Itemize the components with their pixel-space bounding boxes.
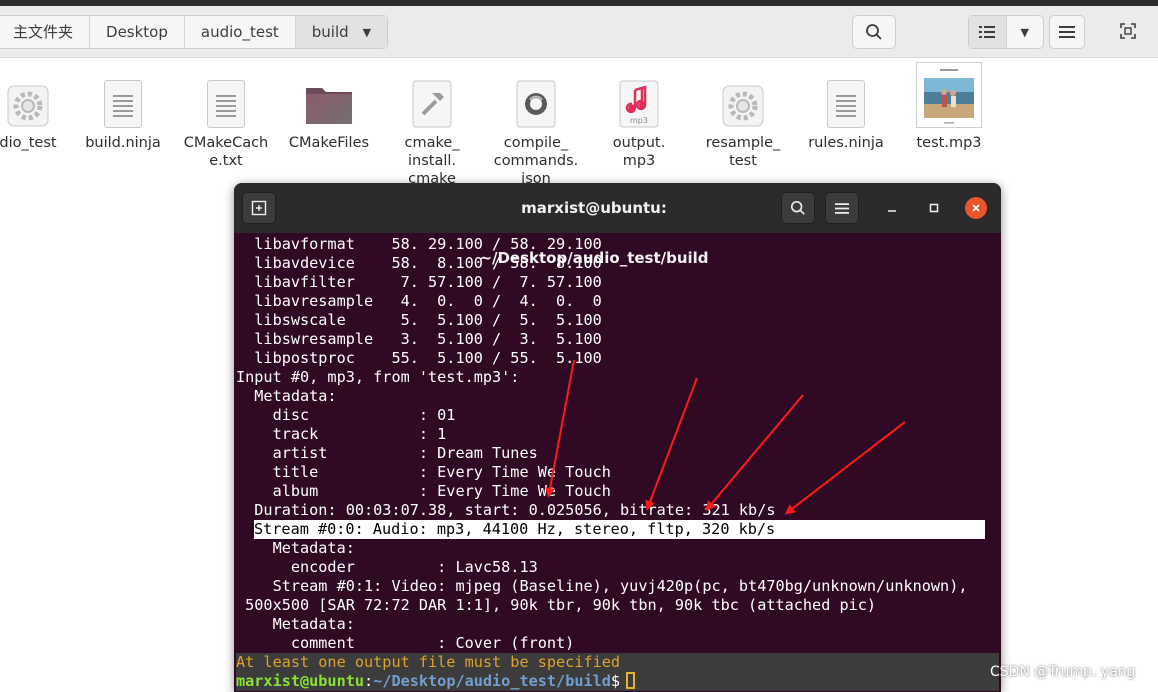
maximize-button[interactable] — [922, 196, 946, 220]
text-cursor — [626, 672, 636, 689]
close-button[interactable] — [965, 197, 987, 219]
output-line: title : Every Time We Touch — [236, 463, 611, 481]
search-icon — [782, 193, 814, 223]
prompt-symbol: $ — [610, 672, 621, 690]
mp3-audio-icon: mp3 — [589, 64, 689, 128]
output-line: Metadata: — [236, 387, 337, 405]
terminal-title: marxist@ubuntu: ~/Desktop/audio_test/bui… — [479, 199, 709, 267]
maximize-icon — [922, 196, 946, 220]
file-item[interactable]: CMakeFiles — [279, 64, 379, 152]
command-prompt[interactable]: marxist@ubuntu:~/Desktop/audio_test/buil… — [236, 672, 999, 691]
terminal-window[interactable]: marxist@ubuntu: ~/Desktop/audio_test/bui… — [234, 183, 1001, 692]
file-item[interactable]: mp3 output. mp3 — [589, 64, 689, 170]
json-document-icon — [486, 64, 586, 128]
file-item[interactable]: test.mp3 — [899, 62, 999, 152]
text-document-icon — [73, 64, 173, 128]
output-line: libswscale 5. 5.100 / 5. 5.100 — [236, 311, 602, 329]
new-tab-button[interactable] — [242, 192, 276, 224]
list-view-button[interactable] — [969, 16, 1007, 48]
view-options: ▼ — [968, 15, 1044, 49]
output-line: encoder : Lavc58.13 — [236, 558, 538, 576]
output-line: libavresample 4. 0. 0 / 4. 0. 0 — [236, 292, 602, 310]
file-name: output. mp3 — [612, 135, 666, 169]
minimize-button[interactable] — [880, 196, 904, 220]
album-art-thumbnail — [899, 62, 999, 128]
file-name: cmake_ install. cmake — [404, 135, 460, 187]
error-message-line: At least one output file must be specifi… — [236, 653, 999, 672]
file-name: CMakeCach e.txt — [183, 135, 269, 169]
highlighted-output-line: Stream #0:0: Audio: mp3, 44100 Hz, stere… — [254, 520, 985, 539]
text-document-icon — [176, 64, 276, 128]
list-view-icon — [979, 26, 996, 38]
prompt-path: ~/Desktop/audio_test/build — [373, 672, 611, 690]
text-document-icon — [796, 64, 896, 128]
hamburger-icon — [826, 193, 858, 223]
script-hammer-icon — [382, 64, 482, 128]
file-name: rules.ninja — [808, 135, 884, 151]
output-line: artist : Dream Tunes — [236, 444, 538, 462]
output-line: track : 1 — [236, 425, 447, 443]
watermark: CSDN @Trump. yang — [990, 664, 1136, 680]
file-item[interactable]: CMakeCach e.txt — [176, 64, 276, 170]
output-line: Input #0, mp3, from 'test.mp3': — [236, 368, 520, 386]
file-item[interactable]: cmake_ install. cmake — [382, 64, 482, 188]
breadcrumb: 主文件夹 Desktop audio_test build ▼ — [0, 15, 389, 49]
breadcrumb-build[interactable]: build ▼ — [295, 16, 388, 48]
search-icon — [853, 16, 895, 48]
output-line: disc : 01 — [236, 406, 456, 424]
file-item[interactable]: dio_test — [0, 64, 78, 152]
minimize-icon — [880, 196, 904, 220]
output-line: comment : Cover (front) — [236, 634, 575, 652]
maximize-icon — [1120, 23, 1136, 39]
file-item[interactable]: resample_ test — [693, 64, 793, 170]
output-line: libavdevice 58. 8.100 / 58. 8.100 — [236, 254, 602, 272]
output-line: Stream #0:1: Video: mjpeg (Baseline), yu… — [236, 577, 968, 595]
breadcrumb-audio-test[interactable]: audio_test — [185, 16, 296, 48]
chevron-down-icon: ▼ — [1020, 25, 1029, 39]
file-name: dio_test — [0, 135, 57, 151]
breadcrumb-home[interactable]: 主文件夹 — [0, 16, 91, 48]
output-line: 500x500 [SAR 72:72 DAR 1:1], 90k tbr, 90… — [236, 596, 877, 614]
hamburger-icon — [1059, 26, 1075, 38]
terminal-output[interactable]: libavformat 58. 29.100 / 58. 29.100 liba… — [236, 235, 999, 692]
file-name: build.ninja — [85, 135, 161, 151]
file-name: test.mp3 — [916, 135, 982, 151]
output-line: libswresample 3. 5.100 / 3. 5.100 — [236, 330, 602, 348]
prompt-user-host: marxist@ubuntu — [236, 672, 365, 690]
executable-gear-icon — [0, 64, 78, 128]
output-line: libavformat 58. 29.100 / 58. 29.100 — [236, 235, 602, 253]
chevron-down-icon: ▼ — [362, 26, 372, 39]
file-item[interactable]: compile_ commands. json — [486, 64, 586, 188]
breadcrumb-build-label: build — [311, 23, 349, 41]
output-line: Duration: 00:03:07.38, start: 0.025056, … — [236, 501, 776, 519]
close-icon — [965, 197, 987, 219]
file-name: CMakeFiles — [288, 135, 370, 151]
mp3-badge: mp3 — [630, 116, 648, 125]
output-line: Metadata: — [236, 539, 355, 557]
terminal-menu-button[interactable] — [825, 192, 859, 224]
file-name: compile_ commands. json — [493, 135, 579, 187]
output-line: libavfilter 7. 57.100 / 7. 57.100 — [236, 273, 602, 291]
prompt-separator: : — [364, 672, 374, 690]
file-manager-header: 主文件夹 Desktop audio_test build ▼ ▼ — [0, 6, 1158, 58]
file-item[interactable]: build.ninja — [73, 64, 173, 152]
search-button[interactable] — [852, 15, 896, 49]
terminal-titlebar[interactable]: marxist@ubuntu: ~/Desktop/audio_test/bui… — [234, 183, 1001, 267]
new-tab-icon — [243, 193, 275, 223]
terminal-search-button[interactable] — [781, 192, 815, 224]
view-dropdown-button[interactable]: ▼ — [1007, 16, 1044, 48]
file-name: resample_ test — [705, 135, 781, 169]
output-line: album : Every Time We Touch — [236, 482, 611, 500]
breadcrumb-desktop[interactable]: Desktop — [90, 16, 185, 48]
menu-button[interactable] — [1049, 15, 1085, 49]
folder-icon — [279, 64, 379, 128]
executable-gear-icon — [693, 64, 793, 128]
output-line: libpostproc 55. 5.100 / 55. 5.100 — [236, 349, 602, 367]
output-line: Metadata: — [236, 615, 355, 633]
maximize-button[interactable] — [1113, 16, 1143, 46]
file-item[interactable]: rules.ninja — [796, 64, 896, 152]
